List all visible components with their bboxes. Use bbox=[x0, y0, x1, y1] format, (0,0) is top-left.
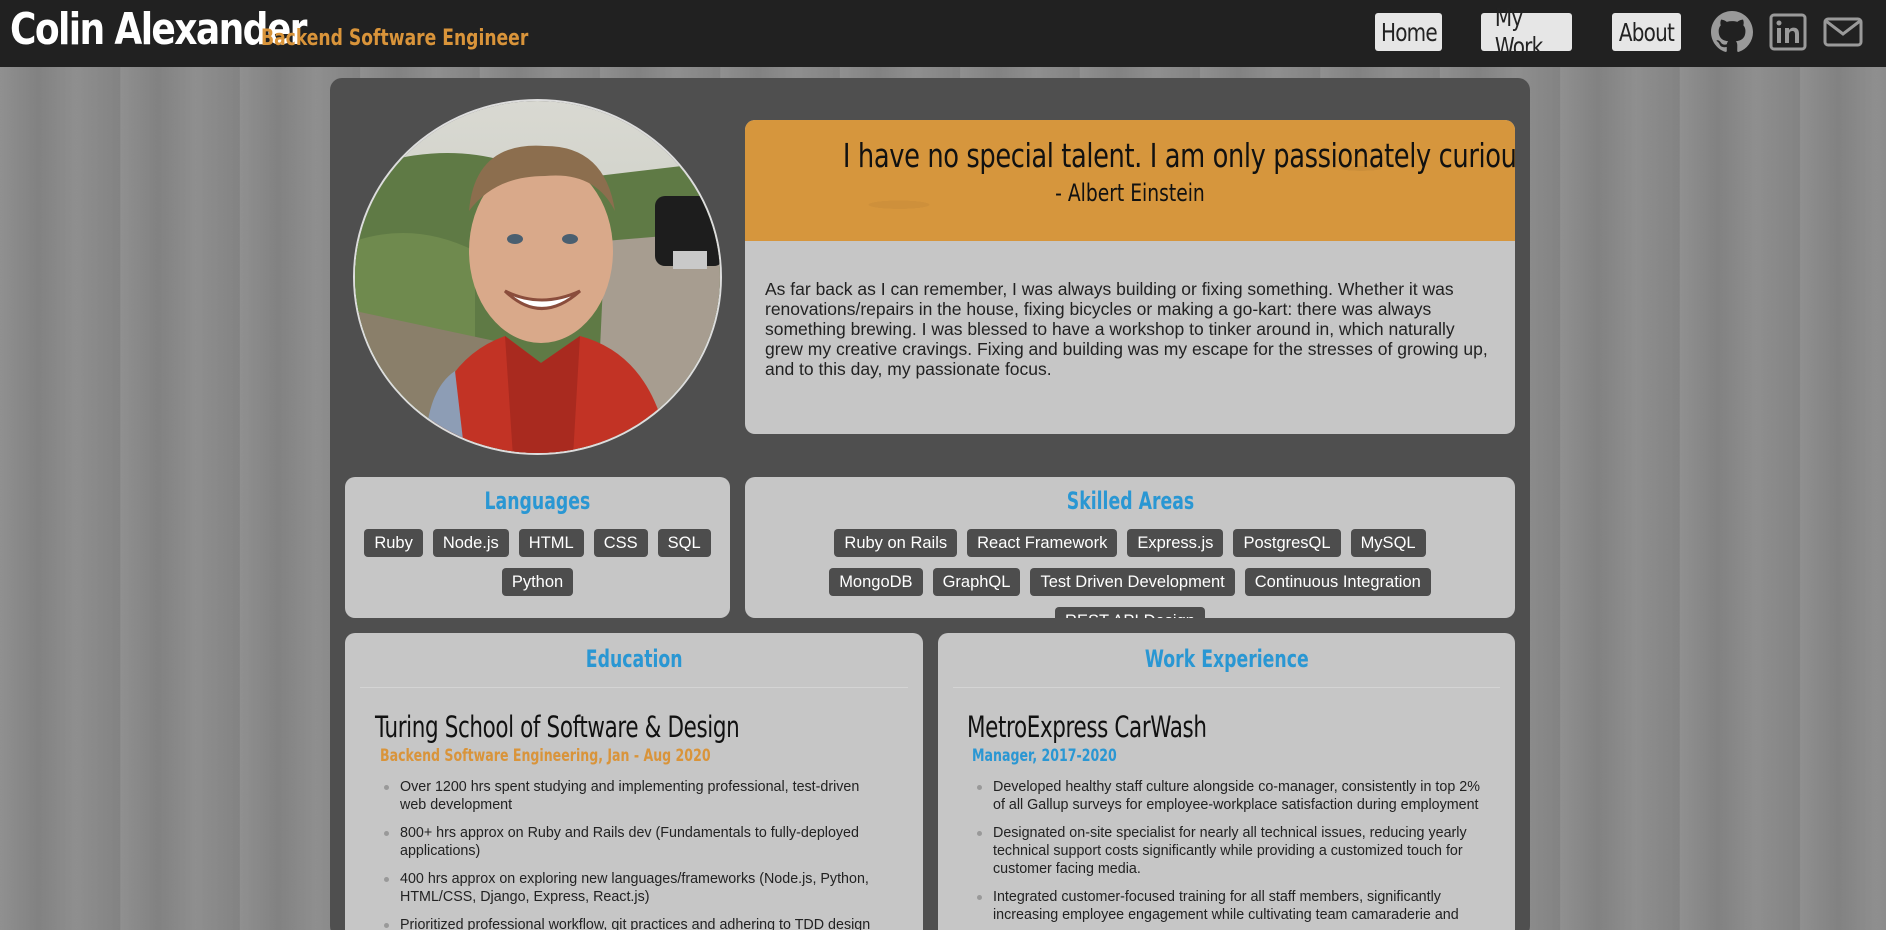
language-chip: Node.js bbox=[432, 529, 509, 557]
nav-about-button[interactable]: About bbox=[1612, 13, 1681, 51]
languages-chips: Ruby Node.js HTML CSS SQL Python bbox=[345, 529, 730, 596]
quote-author: - Albert Einstein bbox=[1055, 179, 1205, 207]
languages-panel: Languages Ruby Node.js HTML CSS SQL Pyth… bbox=[345, 477, 730, 618]
languages-title: Languages bbox=[484, 487, 591, 515]
school-name: Turing School of Software & Design bbox=[375, 710, 740, 744]
skill-chip: Test Driven Development bbox=[1030, 568, 1235, 596]
skill-chip: REST API Design bbox=[1055, 607, 1205, 618]
education-panel: Education Turing School of Software & De… bbox=[345, 633, 923, 930]
skill-chip: Express.js bbox=[1127, 529, 1224, 557]
skill-chip: MongoDB bbox=[829, 568, 923, 596]
work-title: Work Experience bbox=[1144, 645, 1309, 673]
profile-avatar bbox=[353, 99, 722, 455]
education-bullets: Over 1200 hrs spent studying and impleme… bbox=[345, 778, 923, 930]
nav-home-button[interactable]: Home bbox=[1375, 13, 1442, 51]
top-navbar: Colin Alexander Backend Software Enginee… bbox=[0, 0, 1886, 67]
education-divider bbox=[360, 687, 908, 688]
list-item: 800+ hrs approx on Ruby and Rails dev (F… bbox=[384, 824, 888, 860]
linkedin-icon[interactable] bbox=[1767, 11, 1809, 53]
list-item: Integrated customer-focused training for… bbox=[977, 888, 1480, 924]
nav-my-work-button[interactable]: My Work bbox=[1481, 3, 1572, 61]
language-chip: SQL bbox=[657, 529, 711, 557]
education-title: Education bbox=[585, 645, 683, 673]
skill-chip: React Framework bbox=[967, 529, 1118, 557]
language-chip: Ruby bbox=[364, 529, 423, 557]
quote-banner: I have no special talent. I am only pass… bbox=[745, 120, 1515, 241]
quote-card: I have no special talent. I am only pass… bbox=[745, 120, 1515, 434]
work-panel: Work Experience MetroExpress CarWash Man… bbox=[938, 633, 1515, 930]
github-icon[interactable] bbox=[1711, 11, 1753, 53]
language-chip: Python bbox=[501, 568, 574, 596]
skills-panel: Skilled Areas Ruby on Rails React Framew… bbox=[745, 477, 1515, 618]
language-chip: HTML bbox=[518, 529, 584, 557]
skill-chip: GraphQL bbox=[932, 568, 1021, 596]
site-tagline: Backend Software Engineer bbox=[261, 26, 529, 51]
skills-chips: Ruby on Rails React Framework Express.js… bbox=[745, 529, 1515, 618]
work-divider bbox=[953, 687, 1500, 688]
language-chip: CSS bbox=[593, 529, 648, 557]
program-subtitle: Backend Software Engineering, Jan - Aug … bbox=[380, 746, 711, 766]
mail-icon[interactable] bbox=[1822, 11, 1864, 53]
quote-text: I have no special talent. I am only pass… bbox=[842, 136, 1515, 175]
list-item: Designated on-site specialist for nearly… bbox=[977, 824, 1480, 878]
skill-chip: Ruby on Rails bbox=[834, 529, 958, 557]
work-bullets: Developed healthy staff culture alongsid… bbox=[938, 778, 1515, 924]
list-item: Prioritized professional workflow, git p… bbox=[384, 916, 888, 930]
role-subtitle: Manager, 2017-2020 bbox=[972, 746, 1117, 766]
bio-paragraph: As far back as I can remember, I was alw… bbox=[765, 279, 1488, 379]
list-item: 400 hrs approx on exploring new language… bbox=[384, 870, 888, 906]
skills-title: Skilled Areas bbox=[1066, 487, 1194, 515]
skill-chip: Continuous Integration bbox=[1244, 568, 1431, 596]
skill-chip: PostgresQL bbox=[1233, 529, 1341, 557]
skill-chip: MySQL bbox=[1350, 529, 1426, 557]
company-name: MetroExpress CarWash bbox=[967, 710, 1207, 744]
list-item: Over 1200 hrs spent studying and impleme… bbox=[384, 778, 888, 814]
list-item: Developed healthy staff culture alongsid… bbox=[977, 779, 1480, 813]
